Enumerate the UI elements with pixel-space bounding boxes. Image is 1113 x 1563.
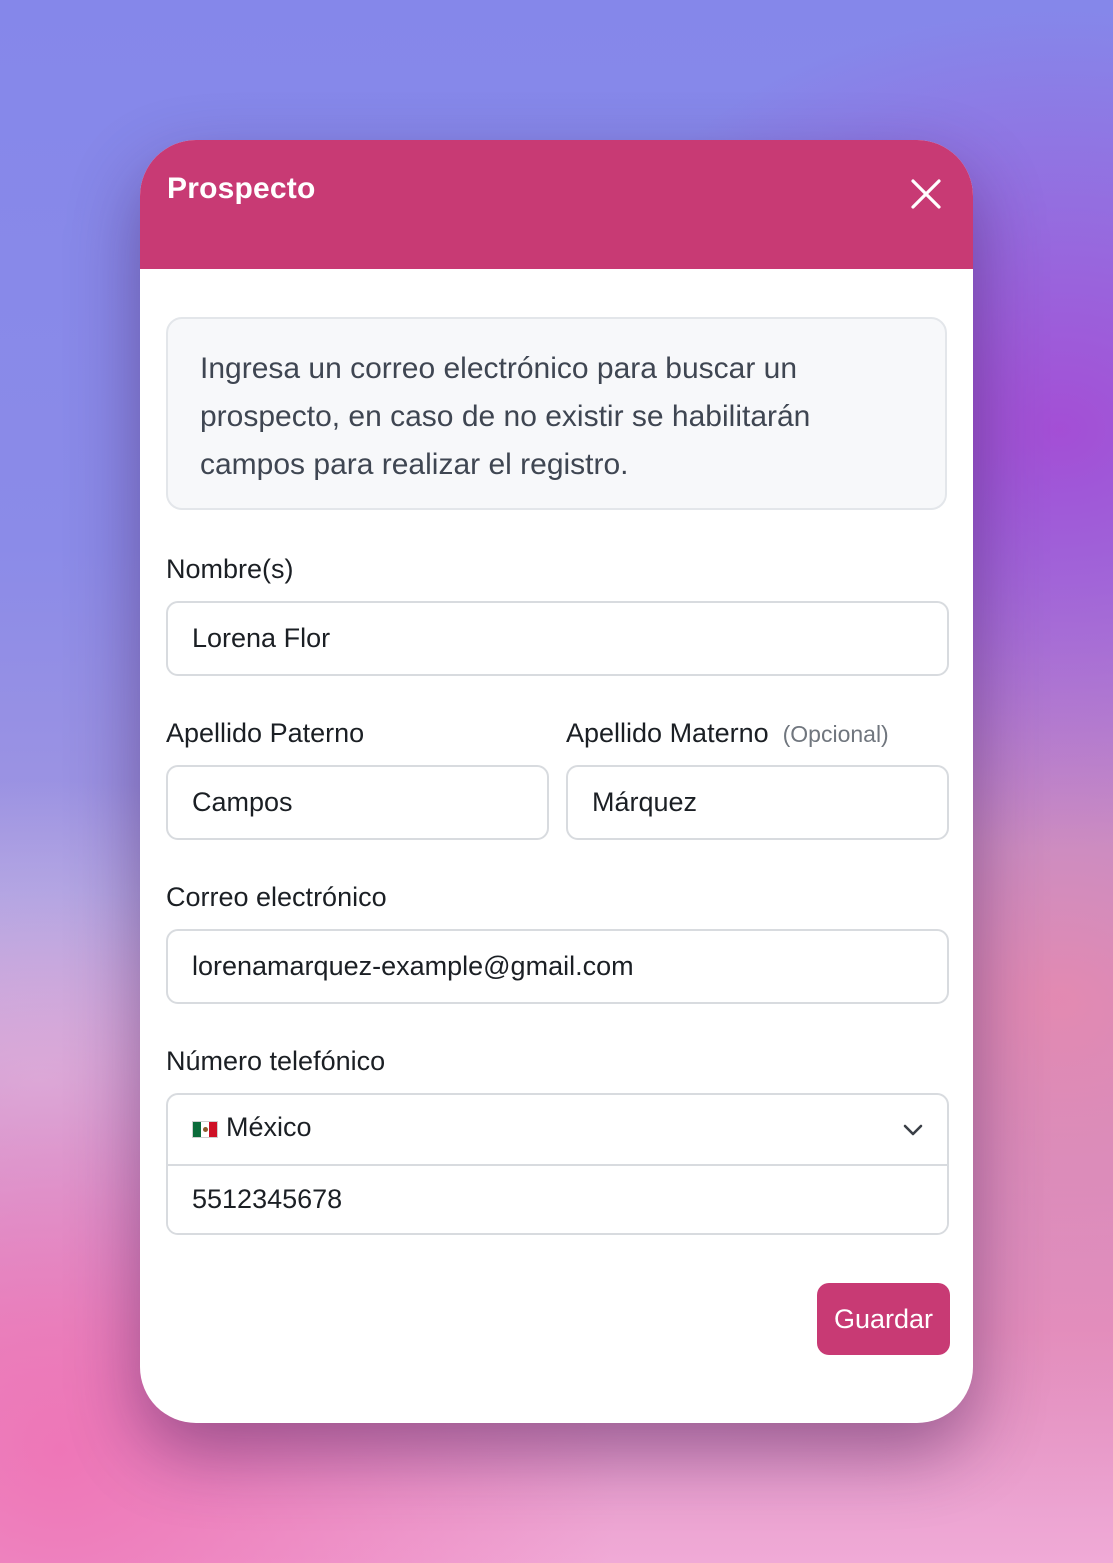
chevron-down-icon — [903, 1124, 923, 1136]
mexico-flag-icon — [192, 1121, 218, 1138]
nombre-label: Nombre(s) — [166, 554, 294, 584]
correo-label: Correo electrónico — [166, 882, 387, 912]
phone-number-input[interactable] — [168, 1166, 947, 1233]
country-select[interactable]: México — [168, 1095, 947, 1166]
nombre-input[interactable] — [166, 601, 949, 676]
optional-hint: (Opcional) — [782, 721, 889, 747]
phone-field-group: México — [166, 1093, 949, 1235]
prospect-modal: Prospecto Ingresa un correo electrónico … — [140, 140, 973, 1423]
close-icon — [911, 179, 941, 209]
country-selected-value: México — [226, 1112, 312, 1142]
save-button[interactable]: Guardar — [817, 1283, 950, 1355]
info-message: Ingresa un correo electrónico para busca… — [166, 317, 947, 510]
apellido-paterno-input[interactable] — [166, 765, 549, 840]
apellido-materno-input[interactable] — [566, 765, 949, 840]
apellido-paterno-label: Apellido Paterno — [166, 718, 365, 748]
apellido-materno-label-text: Apellido Materno — [566, 718, 769, 748]
modal-header: Prospecto — [140, 140, 973, 269]
modal-title: Prospecto — [167, 172, 316, 205]
telefono-label: Número telefónico — [166, 1046, 386, 1076]
apellido-materno-label: Apellido Materno (Opcional) — [566, 718, 889, 749]
close-button[interactable] — [908, 176, 944, 212]
email-field[interactable] — [166, 929, 949, 1004]
